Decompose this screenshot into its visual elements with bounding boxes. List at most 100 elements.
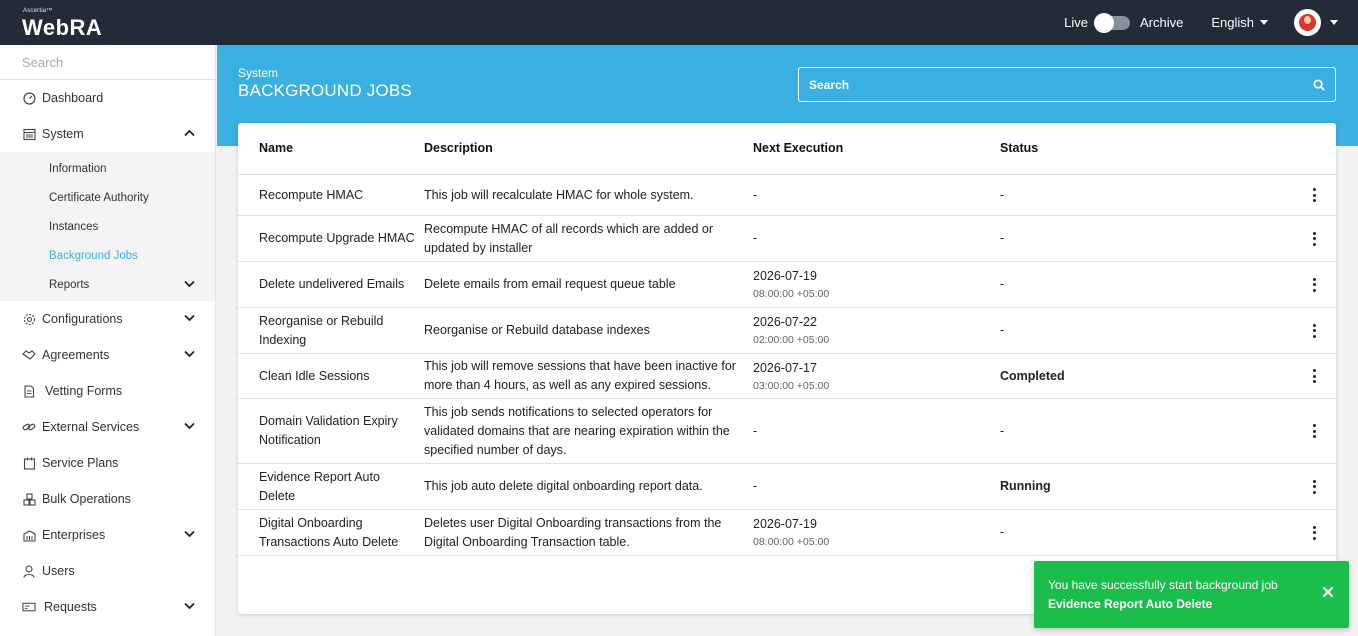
sidebar-item-system[interactable]: System [0,116,215,152]
requests-icon [22,600,36,614]
handshake-icon [22,348,36,362]
search-icon[interactable] [1313,79,1325,91]
sidebar-item-label: Certificate Authority [49,191,149,204]
row-actions-menu-icon[interactable] [1312,188,1316,202]
row-actions-menu-icon[interactable] [1312,369,1316,383]
job-next-execution: 2026-07-19 08:00:00 +05:00 [753,510,953,555]
sidebar-search-input[interactable] [22,54,198,70]
sidebar-item-enterprises[interactable]: Enterprises [0,517,215,553]
job-status: - [1000,399,1200,463]
chevron-up-icon [184,129,195,137]
form-icon [22,384,36,398]
table-row[interactable]: Evidence Report Auto Delete This job auto… [238,464,1336,510]
user-menu[interactable] [1294,9,1338,36]
job-next-execution: - [753,464,953,509]
job-status: - [1000,175,1200,215]
sidebar-item-vetting-forms[interactable]: Vetting Forms [0,373,215,409]
job-next-execution-text: - [753,479,758,493]
table-row[interactable]: Reorganise or Rebuild Indexing Reorganise… [238,308,1336,354]
success-toast: You have successfully start background j… [1034,561,1349,628]
row-actions-menu-icon[interactable] [1312,323,1316,338]
sidebar-item-service-plans[interactable]: Service Plans [0,445,215,481]
job-description-text: Delete emails from email request queue t… [424,277,676,291]
plans-icon [22,456,36,470]
toast-text: You have successfully start background j… [1048,578,1278,592]
table-row[interactable]: Recompute HMAC This job will recalculate … [238,175,1336,216]
table-header: Name Description Next Execution Status [238,123,1336,175]
column-header-status: Status [1000,141,1039,155]
breadcrumb[interactable]: System [238,66,278,80]
sidebar-item-label: Requests [44,600,97,614]
job-description: This job auto delete digital onboarding … [424,464,742,509]
system-icon [22,127,36,141]
jobs-search-input[interactable] [809,77,1313,92]
page-title: BACKGROUND JOBS [238,81,412,100]
sidebar-item-bulk-operations[interactable]: Bulk Operations [0,481,215,517]
sidebar-item-label: Vetting Forms [45,384,123,398]
sidebar-item-label: Agreements [42,348,110,362]
job-description-text: Reorganise or Rebuild database indexes [424,323,650,337]
row-actions-menu-icon[interactable] [1312,424,1316,438]
job-next-execution-text: - [753,423,758,438]
sidebar-item-label: Service Plans [42,456,119,470]
sidebar-item-label: Users [42,564,75,578]
job-name-text: Domain Validation Expiry Notification [259,414,398,447]
table-row[interactable]: Clean Idle Sessions This job will remove … [238,354,1336,399]
job-name: Digital Onboarding Transactions Auto Del… [259,510,419,555]
archive-label: Archive [1140,15,1184,30]
job-name-text: Clean Idle Sessions [259,368,370,383]
close-icon[interactable] [1321,585,1335,599]
column-header-description: Description [424,141,493,155]
sidebar-item-instances[interactable]: Instances [0,212,215,241]
table-body: Recompute HMAC This job will recalculate … [238,175,1336,556]
sidebar: Dashboard System Information Certificate… [0,45,216,636]
job-next-execution: 2026-07-22 02:00:00 +05:00 [753,308,953,353]
webra-logo[interactable]: Ascertia™ WebRA [22,7,112,40]
toggle-knob [1094,12,1114,33]
table-row[interactable]: Recompute Upgrade HMAC Recompute HMAC of … [238,216,1336,262]
job-status-text: Running [1000,479,1051,493]
live-archive-toggle[interactable] [1094,12,1130,33]
chevron-down-icon [184,350,195,358]
sidebar-item-label: External Services [42,420,140,434]
row-actions-menu-icon[interactable] [1312,479,1316,494]
table-row[interactable]: Delete undelivered Emails Delete emails f… [238,262,1336,308]
sidebar-item-information[interactable]: Information [0,154,215,183]
logo-brand-small: Ascertia™ [23,8,53,14]
job-description-text: This job will recalculate HMAC for whole… [424,187,694,202]
column-header-name: Name [259,141,294,155]
row-actions-menu-icon[interactable] [1312,231,1316,246]
job-name: Delete undelivered Emails [259,262,419,307]
row-actions-menu-icon[interactable] [1312,277,1316,292]
sidebar-item-users[interactable]: Users [0,553,215,589]
table-row[interactable]: Domain Validation Expiry Notification Thi… [238,399,1336,464]
job-name: Reorganise or Rebuild Indexing [259,308,419,353]
building-icon [22,528,36,542]
chevron-down-icon [1260,20,1268,25]
sidebar-item-requests[interactable]: Requests [0,589,215,625]
job-status-text: - [1000,323,1005,337]
sidebar-item-external-services[interactable]: External Services [0,409,215,445]
sidebar-item-background-jobs[interactable]: Background Jobs [0,241,215,270]
sidebar-search [0,45,215,80]
system-submenu: Information Certificate Authority Instan… [0,152,215,301]
sidebar-item-agreements[interactable]: Agreements [0,337,215,373]
job-status-text: - [1000,231,1005,245]
job-description: This job will remove sessions that have … [424,354,742,398]
link-icon [22,420,36,434]
sidebar-item-label: Enterprises [42,528,106,542]
table-row[interactable]: Digital Onboarding Transactions Auto Del… [238,510,1336,556]
job-next-execution-time: 08:00:00 +05:00 [753,288,830,300]
job-name: Clean Idle Sessions [259,354,419,398]
sidebar-item-dashboard[interactable]: Dashboard [0,80,215,116]
job-description-text: This job sends notifications to selected… [424,404,730,457]
job-next-execution-time: 08:00:00 +05:00 [753,536,830,548]
sidebar-item-configurations[interactable]: Configurations [0,301,215,337]
sidebar-item-certificate-authority[interactable]: Certificate Authority [0,183,215,212]
job-status-text: Completed [1000,368,1065,383]
job-name-text: Evidence Report Auto Delete [259,469,380,503]
row-actions-menu-icon[interactable] [1312,525,1316,540]
language-selector[interactable]: English [1211,15,1268,30]
sidebar-item-reports[interactable]: Reports [0,270,215,299]
column-header-next-execution: Next Execution [753,141,844,155]
